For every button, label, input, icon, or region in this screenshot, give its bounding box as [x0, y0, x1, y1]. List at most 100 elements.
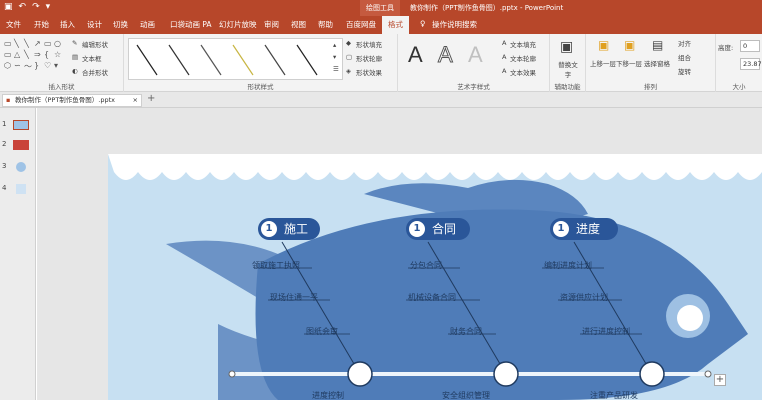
undo-icon[interactable]: ↶: [19, 2, 27, 12]
line-shape-icon[interactable]: ╲: [24, 50, 33, 60]
layout-options-plus-icon[interactable]: +: [714, 374, 726, 386]
category-pill-contract[interactable]: 1 合同: [406, 218, 470, 240]
shape-outline-icon[interactable]: ▢: [346, 53, 352, 61]
slide[interactable]: 1 施工 领取施工执照 现场住通一平 图纸会审 进度控制 1 合同 分包合同 机…: [108, 154, 762, 400]
rectangle-shape-icon[interactable]: ▭: [44, 39, 53, 49]
tab-file[interactable]: 文件: [6, 19, 21, 30]
slide-thumbnail-1[interactable]: [13, 120, 29, 130]
gallery-down-icon[interactable]: ▾: [333, 53, 336, 61]
shape-effects-button[interactable]: 形状效果: [356, 67, 382, 77]
line-style-gray[interactable]: [200, 44, 222, 76]
brace-shape-icon[interactable]: {: [44, 50, 53, 60]
shape-outline-button[interactable]: 形状轮廓: [356, 53, 382, 63]
new-tab-button[interactable]: +: [147, 93, 155, 104]
tab-insert[interactable]: 插入: [60, 19, 75, 30]
rotate-button[interactable]: 旋转: [678, 66, 691, 76]
circle-shape-icon[interactable]: ○: [54, 39, 63, 49]
category-pill-construction[interactable]: 1 施工: [258, 218, 320, 240]
alt-text-button[interactable]: 替换文字: [556, 59, 580, 79]
brace-shape-icon[interactable]: }: [34, 61, 43, 71]
cause-label[interactable]: 资源供应计划: [560, 292, 608, 303]
line-style-black[interactable]: [136, 44, 158, 76]
tab-animations[interactable]: 动画: [140, 19, 155, 30]
shape-effects-icon[interactable]: ◈: [346, 67, 351, 75]
alt-text-icon[interactable]: ▣: [560, 39, 573, 55]
line-style-charcoal[interactable]: [264, 44, 286, 76]
cause-label[interactable]: 图纸会审: [306, 326, 338, 337]
text-outline-icon[interactable]: A: [502, 53, 506, 61]
text-box-icon[interactable]: ▤: [72, 53, 78, 61]
text-outline-button[interactable]: 文本轮廓: [510, 53, 536, 63]
line-style-black[interactable]: [296, 44, 318, 76]
merge-shapes-button[interactable]: 合并形状: [82, 67, 108, 77]
cause-label[interactable]: 机械设备合同: [408, 292, 456, 303]
cause-label[interactable]: 领取施工执照: [252, 260, 300, 271]
selection-pane-button[interactable]: 选择窗格: [644, 58, 670, 68]
arrow-shape-icon[interactable]: ↗: [34, 39, 43, 49]
line-shape-icon[interactable]: ╲: [14, 39, 23, 49]
text-fill-button[interactable]: 文本填充: [510, 39, 536, 49]
text-box-button[interactable]: 文本框: [82, 53, 102, 63]
tab-review[interactable]: 审阅: [264, 19, 279, 30]
cause-label[interactable]: 现场住通一平: [270, 292, 318, 303]
hexagon-shape-icon[interactable]: ⬡: [4, 61, 13, 71]
selection-handle-right[interactable]: [704, 370, 712, 378]
slide-thumbnail-4[interactable]: [16, 184, 26, 194]
shape-style-gallery[interactable]: ▴ ▾ ☰: [128, 38, 343, 80]
document-tab[interactable]: ▪ 教你制作（PPT制作鱼骨图）.pptx ×: [2, 94, 142, 107]
bring-forward-icon[interactable]: ▣: [598, 38, 609, 52]
edit-shape-button[interactable]: 编辑形状: [82, 39, 108, 49]
gallery-more-icon[interactable]: ☰: [333, 65, 339, 73]
tab-home[interactable]: 开始: [34, 19, 49, 30]
category-pill-progress[interactable]: 1 进度: [550, 218, 618, 240]
tab-design[interactable]: 设计: [87, 19, 102, 30]
line-style-dark[interactable]: [168, 44, 190, 76]
customize-icon[interactable]: ▾: [46, 2, 51, 12]
cause-label[interactable]: 分包合同: [410, 260, 442, 271]
tab-help[interactable]: 帮助: [318, 19, 333, 30]
cause-label[interactable]: 注重产品研发: [590, 390, 638, 400]
cause-label[interactable]: 财务合同: [450, 326, 482, 337]
line-style-gold[interactable]: [232, 44, 254, 76]
send-backward-icon[interactable]: ▣: [624, 38, 635, 52]
shapes-gallery[interactable]: ▭ ╲ ╲ ↗ ▭ ○ ▭ △ ╲ ⇒ { ☆ ⬡ ∽ 〜 } ♡ ▾: [4, 39, 64, 71]
gallery-up-icon[interactable]: ▴: [333, 41, 336, 49]
tell-me-search[interactable]: 操作说明搜索: [432, 19, 477, 30]
line-shape-icon[interactable]: ╲: [24, 39, 33, 49]
text-fill-icon[interactable]: A: [502, 39, 506, 47]
arrow-shape-icon[interactable]: ⇒: [34, 50, 43, 60]
tab-format[interactable]: 格式: [382, 16, 409, 34]
selection-pane-icon[interactable]: ▤: [652, 38, 663, 52]
bring-forward-button[interactable]: 上移一层: [590, 58, 616, 68]
send-backward-button[interactable]: 下移一层: [616, 58, 642, 68]
align-button[interactable]: 对齐: [678, 38, 691, 48]
wordart-style-outline[interactable]: A: [438, 42, 454, 68]
tab-slideshow[interactable]: 幻灯片放映: [219, 19, 257, 30]
triangle-shape-icon[interactable]: △: [14, 50, 23, 60]
selection-handle-left[interactable]: [228, 370, 236, 378]
shape-fill-icon[interactable]: ◆: [346, 39, 351, 47]
width-input[interactable]: 23.87: [740, 58, 762, 70]
redo-icon[interactable]: ↷: [32, 2, 40, 12]
save-icon[interactable]: ▣: [4, 2, 13, 12]
curve-shape-icon[interactable]: ∽: [14, 61, 23, 71]
merge-shapes-icon[interactable]: ◐: [72, 67, 78, 75]
wordart-style-light[interactable]: A: [468, 42, 483, 68]
text-effects-icon[interactable]: A: [502, 67, 506, 75]
text-effects-button[interactable]: 文本效果: [510, 67, 536, 77]
more-shapes-icon[interactable]: ▾: [54, 61, 63, 71]
star-shape-icon[interactable]: ☆: [54, 50, 63, 60]
squiggle-shape-icon[interactable]: 〜: [24, 61, 33, 71]
tab-pocket-animation[interactable]: 口袋动画 PA: [170, 19, 212, 30]
cause-label[interactable]: 进行进度控制: [582, 326, 630, 337]
rectangle-shape-icon[interactable]: ▭: [4, 50, 13, 60]
group-button[interactable]: 组合: [678, 52, 691, 62]
slide-thumbnail-3[interactable]: [16, 162, 26, 172]
close-tab-button[interactable]: ×: [133, 95, 138, 106]
cause-label[interactable]: 安全组织管理: [442, 390, 490, 400]
rectangle-shape-icon[interactable]: ▭: [4, 39, 13, 49]
slide-thumbnail-2[interactable]: [13, 140, 29, 150]
tab-transitions[interactable]: 切换: [113, 19, 128, 30]
shape-fill-button[interactable]: 形状填充: [356, 39, 382, 49]
cause-label[interactable]: 进度控制: [312, 390, 344, 400]
